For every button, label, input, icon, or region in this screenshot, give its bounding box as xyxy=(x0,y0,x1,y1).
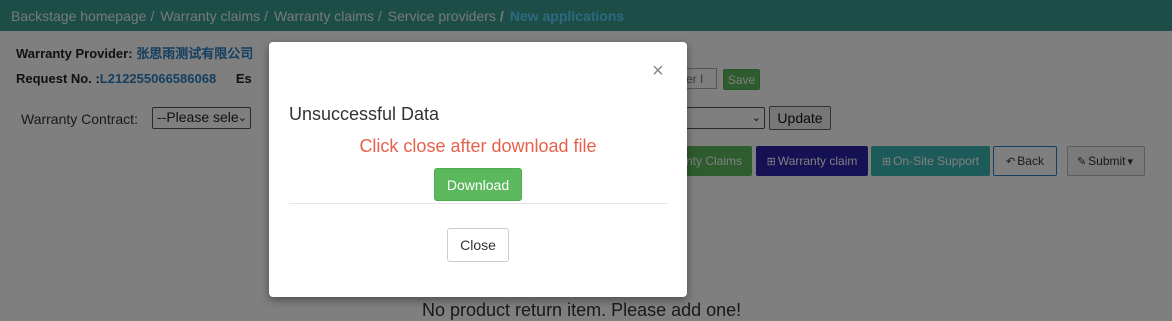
modal-title: Unsuccessful Data xyxy=(289,104,440,124)
unsuccessful-data-modal: × Unsuccessful Data Click close after do… xyxy=(269,42,687,297)
download-button[interactable]: Download xyxy=(434,168,522,201)
close-button[interactable]: Close xyxy=(447,228,509,262)
modal-message: Click close after download file xyxy=(359,136,597,156)
close-icon[interactable]: × xyxy=(652,61,664,81)
modal-divider xyxy=(289,203,667,204)
